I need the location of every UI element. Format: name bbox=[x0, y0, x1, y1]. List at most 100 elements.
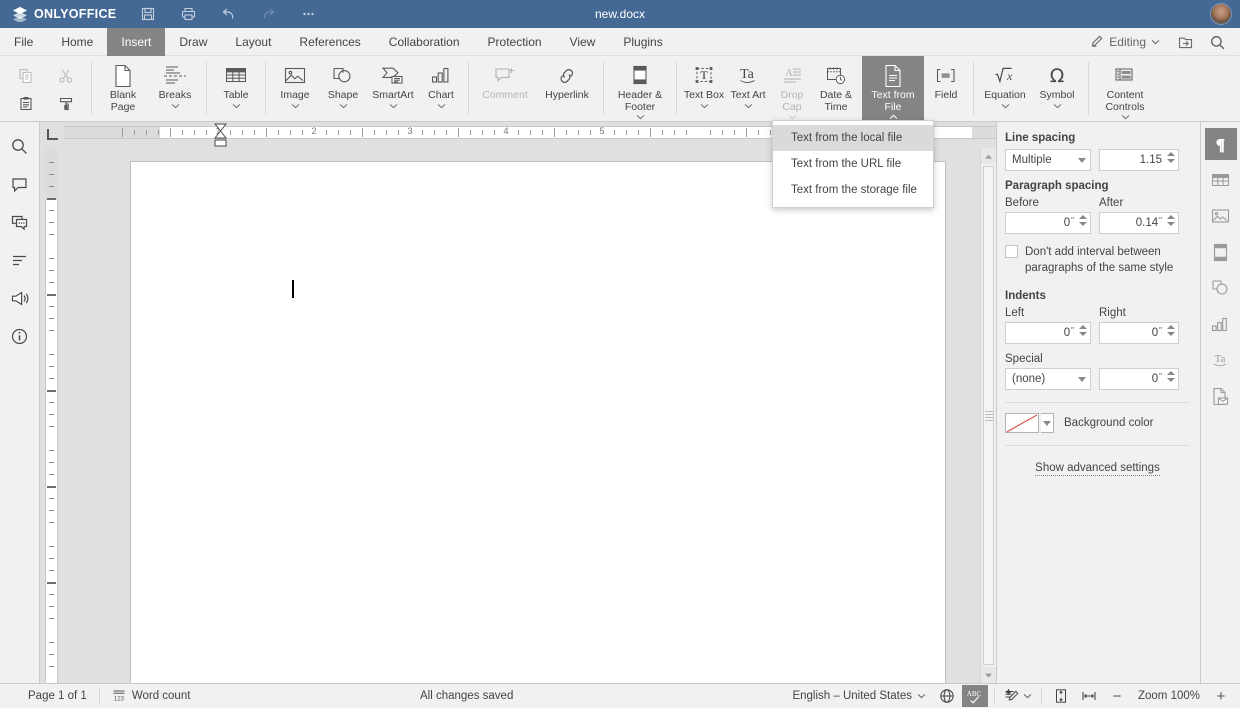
mail-merge-settings-icon[interactable] bbox=[1205, 380, 1237, 412]
menu-item-text-from-storage-file[interactable]: Text from the storage file bbox=[773, 177, 933, 203]
page-number-label[interactable]: Page 1 of 1 bbox=[0, 690, 99, 702]
more-icon[interactable] bbox=[288, 0, 328, 28]
header-footer-button[interactable]: Header & Footer bbox=[609, 56, 671, 121]
indent-left-input[interactable]: 0 " bbox=[1005, 322, 1091, 344]
redo-icon[interactable] bbox=[248, 0, 288, 28]
field-button[interactable]: Field bbox=[924, 56, 968, 121]
hyperlink-button[interactable]: Hyperlink bbox=[536, 56, 598, 121]
no-interval-checkbox-row[interactable]: Don't add interval between paragraphs of… bbox=[1005, 244, 1190, 276]
chart-button[interactable]: Chart bbox=[419, 56, 463, 121]
tab-references[interactable]: References bbox=[285, 28, 374, 56]
text-art-button[interactable]: Ta Text Art bbox=[726, 56, 770, 121]
spinner-icon[interactable] bbox=[1167, 371, 1175, 382]
tab-protection[interactable]: Protection bbox=[474, 28, 556, 56]
zoom-out-button[interactable]: − bbox=[1104, 685, 1130, 707]
special-indent-select[interactable]: (none) bbox=[1005, 368, 1091, 390]
date-time-button[interactable]: Date & Time bbox=[814, 56, 858, 121]
tab-layout[interactable]: Layout bbox=[221, 28, 285, 56]
scroll-up-arrow-icon[interactable] bbox=[981, 148, 996, 164]
comment-button[interactable]: Comment bbox=[474, 56, 536, 121]
text-box-button[interactable]: T Text Box bbox=[682, 56, 726, 121]
about-icon[interactable] bbox=[4, 320, 36, 352]
track-changes-button[interactable] bbox=[1001, 685, 1035, 707]
vertical-ruler[interactable] bbox=[40, 148, 64, 683]
tab-draw[interactable]: Draw bbox=[165, 28, 221, 56]
blank-page-button[interactable]: Blank Page bbox=[97, 56, 149, 121]
search-icon[interactable] bbox=[4, 130, 36, 162]
zoom-in-button[interactable]: + bbox=[1208, 685, 1234, 707]
shape-settings-icon[interactable] bbox=[1205, 272, 1237, 304]
editing-mode-button[interactable]: Editing bbox=[1082, 28, 1168, 56]
tab-home[interactable]: Home bbox=[47, 28, 107, 56]
blank-page-label: Blank Page bbox=[97, 90, 149, 113]
chart-settings-icon[interactable] bbox=[1205, 308, 1237, 340]
document-page[interactable] bbox=[130, 161, 946, 683]
shape-button[interactable]: Shape bbox=[319, 56, 367, 121]
spinner-icon[interactable] bbox=[1079, 325, 1087, 336]
special-indent-by-input[interactable]: 0 " bbox=[1099, 368, 1179, 390]
table-settings-icon[interactable] bbox=[1205, 164, 1237, 196]
tab-plugins[interactable]: Plugins bbox=[609, 28, 676, 56]
line-spacing-mode-select[interactable]: Multiple bbox=[1005, 149, 1091, 171]
open-file-location-icon[interactable] bbox=[1170, 28, 1200, 56]
fit-to-width-icon[interactable] bbox=[1076, 685, 1102, 707]
tab-insert[interactable]: Insert bbox=[107, 28, 165, 56]
format-painter-icon[interactable] bbox=[53, 91, 79, 117]
line-spacing-value-input[interactable]: 1.15 bbox=[1099, 149, 1179, 171]
vertical-scrollbar[interactable] bbox=[980, 148, 996, 683]
document-canvas[interactable] bbox=[64, 148, 980, 683]
menu-item-text-from-local-file[interactable]: Text from the local file bbox=[773, 125, 933, 151]
comments-icon[interactable] bbox=[4, 168, 36, 200]
undo-icon[interactable] bbox=[208, 0, 248, 28]
spell-checking-icon[interactable]: ABC bbox=[962, 685, 988, 707]
print-icon[interactable] bbox=[168, 0, 208, 28]
tab-view[interactable]: View bbox=[556, 28, 610, 56]
fit-to-page-icon[interactable] bbox=[1048, 685, 1074, 707]
show-advanced-settings-link[interactable]: Show advanced settings bbox=[1005, 462, 1190, 474]
scroll-down-arrow-icon[interactable] bbox=[981, 667, 996, 683]
save-icon[interactable] bbox=[128, 0, 168, 28]
image-settings-icon[interactable] bbox=[1205, 200, 1237, 232]
text-from-file-button[interactable]: Text from File bbox=[862, 56, 924, 121]
scrollbar-thumb[interactable] bbox=[983, 166, 994, 665]
tab-collaboration[interactable]: Collaboration bbox=[375, 28, 474, 56]
spinner-icon[interactable] bbox=[1167, 152, 1175, 163]
breaks-button[interactable]: Breaks bbox=[149, 56, 201, 121]
no-interval-checkbox[interactable] bbox=[1005, 245, 1018, 258]
spinner-icon[interactable] bbox=[1079, 215, 1087, 226]
content-controls-button[interactable]: Content Controls bbox=[1094, 56, 1156, 121]
copy-icon[interactable] bbox=[13, 63, 39, 89]
spacing-after-input[interactable]: 0.14 " bbox=[1099, 212, 1179, 234]
word-count-button[interactable]: 123 Word count bbox=[100, 688, 203, 705]
document-language-button[interactable]: English – United States bbox=[786, 690, 932, 702]
spacing-before-input[interactable]: 0 " bbox=[1005, 212, 1091, 234]
feedback-icon[interactable] bbox=[4, 282, 36, 314]
tab-file[interactable]: File bbox=[0, 28, 47, 56]
drop-cap-button[interactable]: A Drop Cap bbox=[770, 56, 814, 121]
equation-button[interactable]: x Equation bbox=[979, 56, 1031, 121]
user-avatar[interactable] bbox=[1210, 3, 1232, 25]
spinner-icon[interactable] bbox=[1167, 325, 1175, 336]
background-color-picker[interactable] bbox=[1005, 413, 1054, 433]
symbol-button[interactable]: Ω Symbol bbox=[1031, 56, 1083, 121]
paste-icon[interactable] bbox=[13, 91, 39, 117]
table-button[interactable]: Table bbox=[212, 56, 260, 121]
menu-item-text-from-url-file[interactable]: Text from the URL file bbox=[773, 151, 933, 177]
smartart-button[interactable]: SmartArt bbox=[367, 56, 419, 121]
zoom-level-label[interactable]: Zoom 100% bbox=[1132, 690, 1206, 702]
spinner-icon[interactable] bbox=[1167, 215, 1175, 226]
cut-icon[interactable] bbox=[53, 63, 79, 89]
tab-stop-selector[interactable] bbox=[40, 122, 64, 148]
text-art-settings-icon[interactable]: Ta bbox=[1205, 344, 1237, 376]
chevron-down-icon[interactable] bbox=[1041, 413, 1054, 433]
image-button[interactable]: Image bbox=[271, 56, 319, 121]
headings-icon[interactable] bbox=[4, 244, 36, 276]
chat-icon[interactable] bbox=[4, 206, 36, 238]
background-color-swatch[interactable] bbox=[1005, 413, 1039, 433]
search-icon[interactable] bbox=[1202, 28, 1232, 56]
indent-right-input[interactable]: 0 " bbox=[1099, 322, 1179, 344]
header-footer-settings-icon[interactable] bbox=[1205, 236, 1237, 268]
paragraph-settings-icon[interactable]: ¶ bbox=[1205, 128, 1237, 160]
set-language-icon[interactable] bbox=[934, 685, 960, 707]
field-label: Field bbox=[935, 90, 958, 102]
